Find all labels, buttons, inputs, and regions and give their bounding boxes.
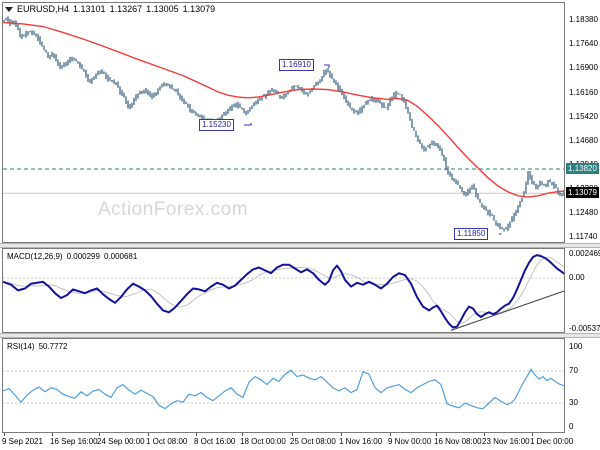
time-tick xyxy=(484,433,485,436)
last-price-badge: 1.13079 xyxy=(566,187,599,198)
macd-canvas[interactable] xyxy=(3,249,564,332)
annotation-connector xyxy=(499,233,502,235)
forex-chart-window: { "window": { "symbol_period": "EURUSD,H… xyxy=(0,0,600,450)
time-tick xyxy=(52,433,53,436)
time-tick xyxy=(148,433,149,436)
time-label[interactable]: 23 Nov 16:00 xyxy=(482,437,530,446)
macd-tick-label: -0.005375 xyxy=(569,324,600,333)
price-tick-label: 1.16900 xyxy=(569,63,598,72)
macd-value: 0.000299 xyxy=(66,252,100,261)
ohlc-open: 1.13101 xyxy=(73,4,106,14)
candles xyxy=(3,16,564,232)
annotation-connector xyxy=(324,64,330,68)
symbol-info-bar: EURUSD,H4 1.13101 1.13267 1.13005 1.13079 xyxy=(5,4,219,14)
price-tick-label: 1.11740 xyxy=(569,232,598,241)
candlestick-canvas[interactable] xyxy=(3,3,564,242)
time-tick xyxy=(196,433,197,436)
rsi-value: 50.7772 xyxy=(38,342,68,351)
macd-name: MACD(12,26,9) xyxy=(7,252,63,261)
time-tick xyxy=(292,433,293,436)
macd-label: MACD(12,26,9) 0.000299 0.000681 xyxy=(7,252,141,261)
macd-signal-line xyxy=(3,256,564,324)
time-tick xyxy=(436,433,437,436)
ma-line xyxy=(3,21,564,198)
rsi-tick-label: 30 xyxy=(569,398,578,407)
macd-tick-label: 0.00 xyxy=(569,273,585,282)
price-tick-label: 1.17640 xyxy=(569,39,598,48)
price-tick-label: 1.16160 xyxy=(569,88,598,97)
macd-signal-value: 0.000681 xyxy=(103,252,138,261)
time-label[interactable]: 24 Sep 00:00 xyxy=(97,437,145,446)
ohlc-high: 1.13267 xyxy=(109,4,143,14)
rsi-name: RSI(14) xyxy=(7,342,35,351)
symbol-dropdown-icon[interactable] xyxy=(5,7,13,13)
time-label[interactable]: 1 Dec 00:00 xyxy=(530,437,573,446)
time-label[interactable]: 9 Nov 00:00 xyxy=(388,437,431,446)
price-chart-panel[interactable] xyxy=(2,2,565,243)
time-label[interactable]: 8 Oct 16:00 xyxy=(194,437,235,446)
rsi-tick-label: 0 xyxy=(569,422,574,431)
time-axis: 9 Sep 2021 16 Sep 16:00 24 Sep 00:00 1 Oct … xyxy=(0,433,600,450)
rsi-panel[interactable]: RSI(14) 50.7772 xyxy=(2,338,565,433)
time-tick xyxy=(532,433,533,436)
price-annotation[interactable]: 1.11850 xyxy=(454,228,489,240)
price-annotation[interactable]: 1.15230 xyxy=(199,119,234,131)
symbol-period-label: EURUSD,H4 xyxy=(17,4,70,14)
time-tick xyxy=(390,433,391,436)
ohlc-close: 1.13079 xyxy=(182,4,216,14)
time-tick xyxy=(4,433,5,436)
time-label[interactable]: 18 Oct 00:00 xyxy=(240,437,286,446)
macd-main-line xyxy=(3,254,564,329)
actionforex-watermark: ActionForex.com xyxy=(98,199,249,220)
price-annotation[interactable]: 1.16910 xyxy=(279,59,314,71)
price-tick-label: 1.12480 xyxy=(569,208,598,217)
time-tick xyxy=(99,433,100,436)
price-tick-label: 1.14680 xyxy=(569,136,598,145)
time-label[interactable]: 1 Nov 16:00 xyxy=(339,437,382,446)
annotation-connector xyxy=(244,122,252,126)
time-label[interactable]: 16 Sep 16:00 xyxy=(50,437,98,446)
time-label[interactable]: 1 Oct 08:00 xyxy=(146,437,187,446)
time-label[interactable]: 25 Oct 08:00 xyxy=(290,437,336,446)
rsi-tick-label: 70 xyxy=(569,366,578,375)
macd-trendline xyxy=(450,290,564,331)
time-label[interactable]: 16 Nov 08:00 xyxy=(434,437,482,446)
price-tick-label: 1.18380 xyxy=(569,15,598,24)
time-label[interactable]: 9 Sep 2021 xyxy=(2,437,43,446)
macd-tick-label: 0.002469 xyxy=(569,249,600,258)
ohlc-low: 1.13005 xyxy=(146,4,179,14)
time-tick xyxy=(242,433,243,436)
rsi-tick-label: 100 xyxy=(569,342,583,351)
macd-panel[interactable]: MACD(12,26,9) 0.000299 0.000681 xyxy=(2,248,565,333)
resistance-price-badge: 1.13820 xyxy=(566,163,599,174)
price-tick-label: 1.15420 xyxy=(569,112,598,121)
time-tick xyxy=(341,433,342,436)
rsi-label: RSI(14) 50.7772 xyxy=(7,342,71,351)
rsi-canvas[interactable] xyxy=(3,339,564,432)
